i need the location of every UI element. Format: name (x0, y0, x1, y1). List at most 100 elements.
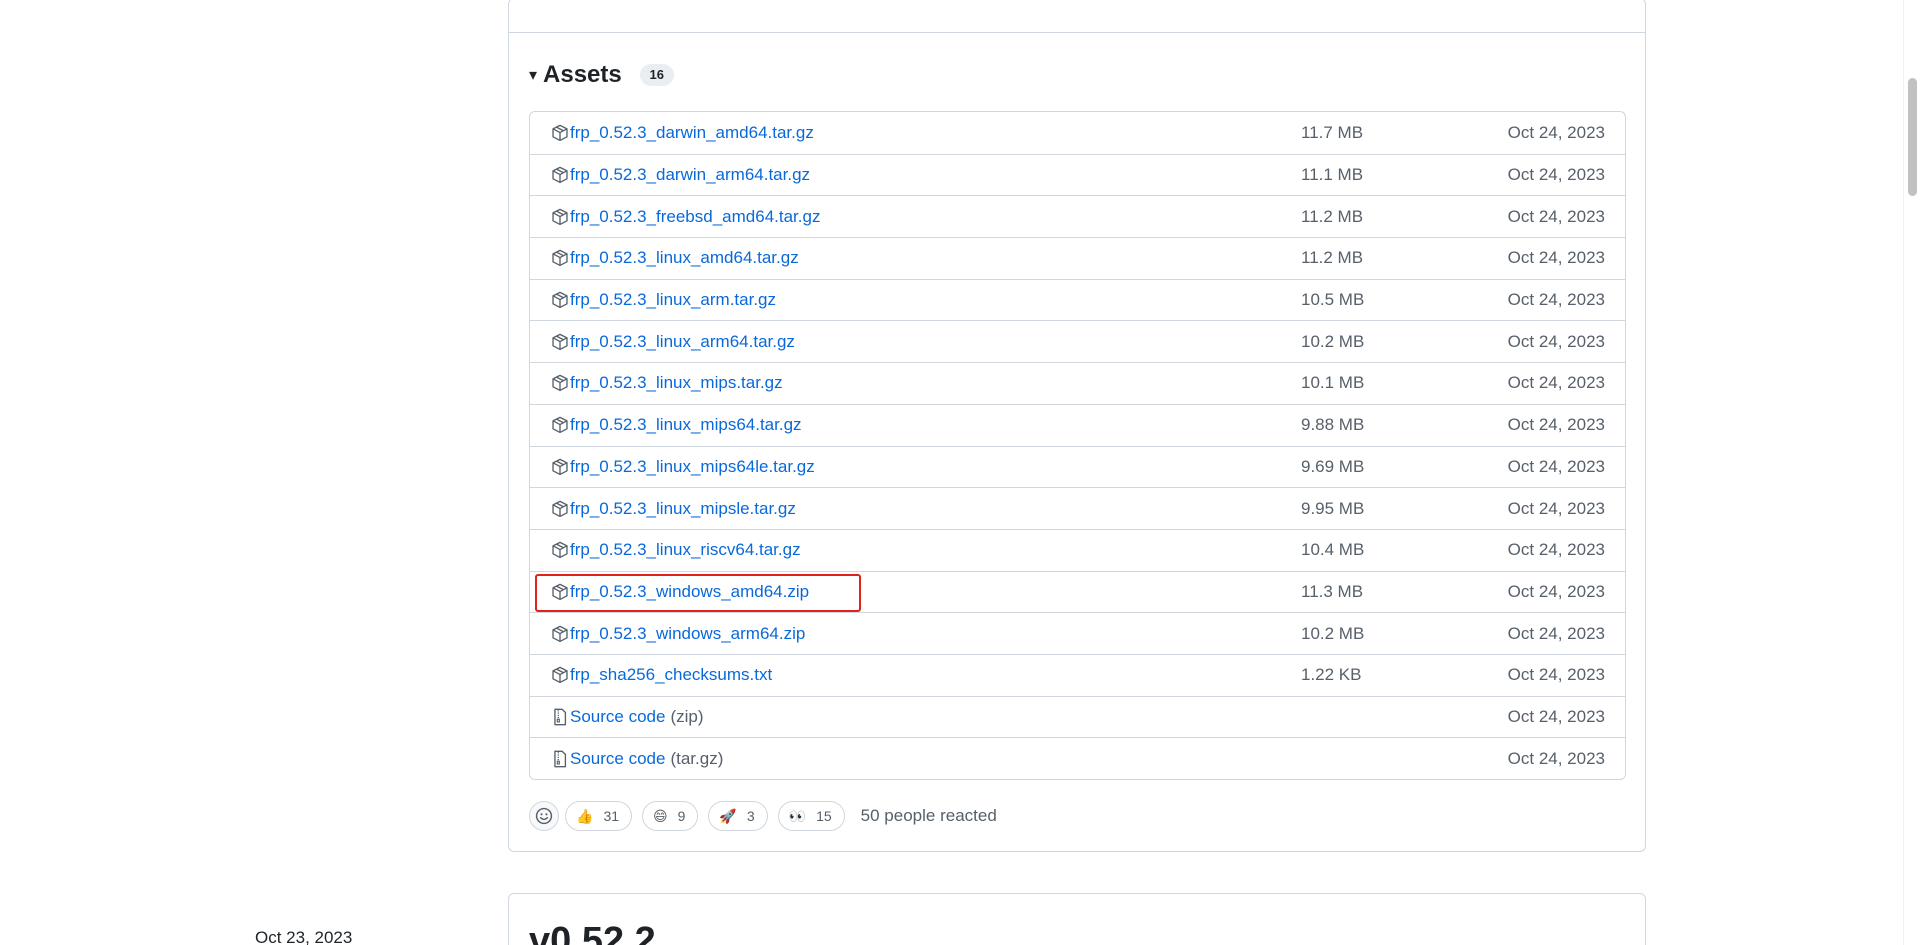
asset-download-link[interactable]: Source code (570, 707, 665, 727)
asset-download-link[interactable]: frp_0.52.3_windows_arm64.zip (570, 624, 805, 644)
asset-row: frp_0.52.3_linux_arm64.tar.gz 10.2 MB Oct … (530, 320, 1625, 362)
asset-download-link[interactable]: frp_0.52.3_linux_mipsle.tar.gz (570, 499, 796, 519)
asset-row: frp_0.52.3_linux_arm.tar.gz 10.5 MB Oct 24… (530, 278, 1625, 321)
asset-date: Oct 24, 2023 (1507, 665, 1605, 685)
asset-download-link[interactable]: frp_0.52.3_linux_amd64.tar.gz (570, 248, 799, 268)
asset-size: 11.2 MB (1301, 248, 1364, 268)
asset-date: Oct 24, 2023 (1507, 248, 1605, 268)
package-icon (551, 541, 569, 559)
asset-link-group[interactable]: frp_sha256_checksums.txt (551, 655, 772, 696)
asset-link-group[interactable]: frp_0.52.3_darwin_arm64.tar.gz (551, 155, 810, 196)
asset-size: 1.22 KB (1301, 665, 1362, 685)
asset-row: frp_0.52.3_linux_mipsle.tar.gz 9.95 MB Oct… (530, 487, 1625, 529)
asset-row: Source code (tar.gz) Oct 24, 2023 (530, 737, 1625, 779)
card-divider (509, 32, 1645, 33)
asset-link-group[interactable]: frp_0.52.3_linux_mips.tar.gz (551, 363, 783, 404)
asset-date: Oct 24, 2023 (1507, 581, 1605, 601)
reaction-button[interactable]: 🚀 3 (708, 801, 768, 831)
package-icon (551, 666, 569, 684)
asset-link-group[interactable]: frp_0.52.3_windows_amd64.zip (551, 572, 809, 613)
asset-download-link[interactable]: frp_0.52.3_linux_mips.tar.gz (570, 373, 783, 393)
package-icon (551, 583, 569, 601)
next-release-title[interactable]: v0.52.2 (529, 920, 656, 945)
asset-date: Oct 24, 2023 (1507, 623, 1605, 643)
asset-row: frp_0.52.3_darwin_arm64.tar.gz 11.1 MB Oct… (530, 153, 1625, 196)
package-icon (551, 500, 569, 518)
asset-link-group[interactable]: frp_0.52.3_windows_arm64.zip (551, 613, 805, 654)
release-card: ▾ Assets 16 frp_0.52.3_darwin_amd64.tar.… (508, 0, 1646, 852)
package-icon (551, 416, 569, 434)
asset-size: 10.4 MB (1301, 540, 1365, 560)
asset-link-group[interactable]: frp_0.52.3_linux_arm.tar.gz (551, 280, 776, 321)
asset-download-link[interactable]: frp_0.52.3_darwin_arm64.tar.gz (570, 165, 810, 185)
package-icon (551, 124, 569, 142)
asset-row: Source code (zip) Oct 24, 2023 (530, 695, 1625, 738)
assets-title[interactable]: Assets (543, 61, 622, 89)
rocket-icon: 🚀 (719, 807, 737, 824)
asset-size: 10.1 MB (1301, 373, 1365, 393)
asset-link-group[interactable]: frp_0.52.3_linux_riscv64.tar.gz (551, 530, 801, 571)
page: ▾ Assets 16 frp_0.52.3_darwin_amd64.tar.… (0, 0, 1920, 945)
reaction-count: 9 (677, 808, 686, 824)
asset-link-group[interactable]: frp_0.52.3_darwin_amd64.tar.gz (551, 112, 814, 154)
assets-header[interactable]: ▾ Assets 16 (529, 57, 674, 93)
asset-link-group[interactable]: frp_0.52.3_linux_mips64le.tar.gz (551, 447, 815, 488)
reactions-bar: 👍 31 😄 9 🚀 3 👀 15 50 people reacted (529, 800, 997, 832)
package-icon (551, 166, 569, 184)
page-scrollbar[interactable] (1903, 0, 1920, 945)
asset-format-label[interactable]: (tar.gz) (670, 749, 723, 769)
asset-date: Oct 24, 2023 (1507, 540, 1605, 560)
laugh-icon: 😄 (653, 807, 668, 824)
package-icon (551, 458, 569, 476)
add-reaction-button[interactable] (529, 801, 559, 831)
scrollbar-thumb[interactable] (1908, 78, 1917, 196)
asset-date: Oct 24, 2023 (1507, 498, 1605, 518)
asset-link-group[interactable]: frp_0.52.3_freebsd_amd64.tar.gz (551, 196, 820, 237)
asset-row: frp_0.52.3_darwin_amd64.tar.gz 11.7 MB Oct… (530, 112, 1625, 154)
asset-row: frp_0.52.3_linux_mips64le.tar.gz 9.69 MB O… (530, 445, 1625, 488)
package-icon (551, 333, 569, 351)
asset-link-group[interactable]: Source code (zip) (551, 697, 704, 738)
asset-size: 9.95 MB (1301, 498, 1365, 518)
asset-date: Oct 24, 2023 (1507, 122, 1605, 142)
asset-row: frp_sha256_checksums.txt 1.22 KB Oct 24, 2… (530, 653, 1625, 696)
asset-date: Oct 24, 2023 (1507, 415, 1605, 435)
asset-link-group[interactable]: frp_0.52.3_linux_arm64.tar.gz (551, 321, 795, 362)
asset-row: frp_0.52.3_linux_mips64.tar.gz 9.88 MB Oct… (530, 403, 1625, 446)
asset-row: frp_0.52.3_linux_riscv64.tar.gz 10.4 MB Oc… (530, 528, 1625, 571)
package-icon (551, 625, 569, 643)
asset-download-link[interactable]: frp_sha256_checksums.txt (570, 665, 772, 685)
smiley-icon (535, 807, 553, 825)
asset-link-group[interactable]: Source code (tar.gz) (551, 738, 723, 779)
reaction-button[interactable]: 😄 9 (642, 801, 699, 831)
reaction-button[interactable]: 👍 31 (565, 801, 633, 831)
asset-download-link[interactable]: frp_0.52.3_linux_arm.tar.gz (570, 290, 776, 310)
thumbs-up-icon: 👍 (576, 807, 594, 824)
package-icon (551, 208, 569, 226)
asset-row: frp_0.52.3_windows_arm64.zip 10.2 MB Oct 2… (530, 612, 1625, 654)
asset-size: 9.69 MB (1301, 456, 1365, 476)
assets-toggle-caret-icon[interactable]: ▾ (529, 65, 537, 85)
asset-row: frp_0.52.3_freebsd_amd64.tar.gz 11.2 MB Oc… (530, 195, 1625, 237)
asset-download-link[interactable]: frp_0.52.3_darwin_amd64.tar.gz (570, 123, 814, 143)
asset-download-link[interactable]: frp_0.52.3_linux_mips64.tar.gz (570, 415, 802, 435)
asset-size: 10.2 MB (1301, 331, 1365, 351)
asset-row: frp_0.52.3_windows_amd64.zip 11.3 MB Oct 2… (530, 570, 1625, 613)
asset-format-label[interactable]: (zip) (670, 707, 703, 727)
asset-link-group[interactable]: frp_0.52.3_linux_amd64.tar.gz (551, 238, 799, 279)
asset-download-link[interactable]: frp_0.52.3_windows_amd64.zip (570, 582, 809, 602)
asset-download-link[interactable]: frp_0.52.3_linux_mips64le.tar.gz (570, 457, 815, 477)
reaction-button[interactable]: 👀 15 (777, 801, 845, 831)
asset-date: Oct 24, 2023 (1507, 373, 1605, 393)
next-release-date: Oct 23, 2023 (255, 928, 353, 945)
asset-download-link[interactable]: frp_0.52.3_freebsd_amd64.tar.gz (570, 207, 820, 227)
asset-download-link[interactable]: frp_0.52.3_linux_riscv64.tar.gz (570, 540, 801, 560)
asset-date: Oct 24, 2023 (1507, 706, 1605, 726)
asset-download-link[interactable]: frp_0.52.3_linux_arm64.tar.gz (570, 332, 795, 352)
asset-download-link[interactable]: Source code (570, 749, 665, 769)
next-release-card: v0.52.2 (508, 893, 1646, 945)
asset-date: Oct 24, 2023 (1507, 290, 1605, 310)
asset-link-group[interactable]: frp_0.52.3_linux_mipsle.tar.gz (551, 488, 796, 529)
reaction-pills: 👍 31 😄 9 🚀 3 👀 15 (565, 801, 855, 831)
asset-link-group[interactable]: frp_0.52.3_linux_mips64.tar.gz (551, 405, 802, 446)
